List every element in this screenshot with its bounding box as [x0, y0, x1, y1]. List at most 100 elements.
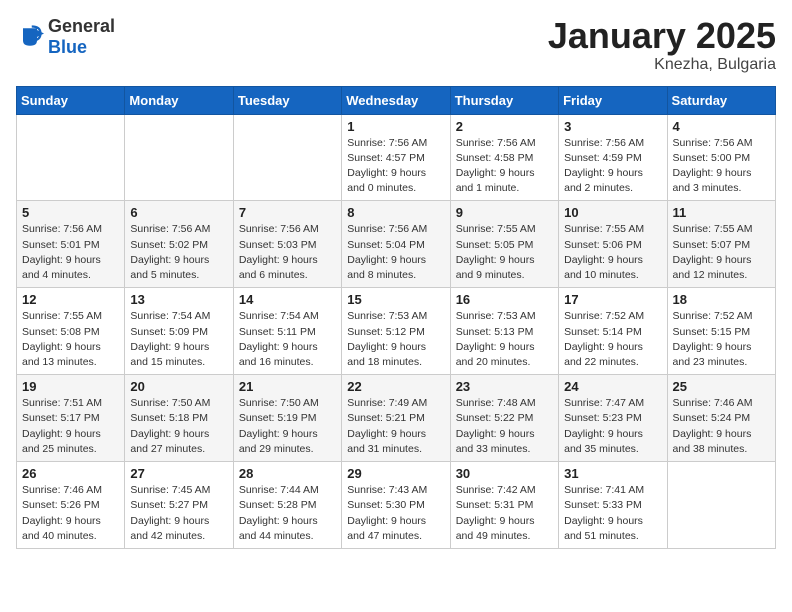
calendar-cell: 13 Sunrise: 7:54 AM Sunset: 5:09 PM Dayli…	[125, 288, 233, 375]
day-number: 25	[673, 379, 770, 394]
day-info: Sunrise: 7:48 AM Sunset: 5:22 PM Dayligh…	[456, 396, 553, 457]
day-info: Sunrise: 7:50 AM Sunset: 5:18 PM Dayligh…	[130, 396, 227, 457]
day-number: 30	[456, 466, 553, 481]
calendar-cell: 12 Sunrise: 7:55 AM Sunset: 5:08 PM Dayli…	[17, 288, 125, 375]
day-info: Sunrise: 7:43 AM Sunset: 5:30 PM Dayligh…	[347, 483, 444, 544]
calendar-table: SundayMondayTuesdayWednesdayThursdayFrid…	[16, 86, 776, 549]
logo-general: General	[48, 16, 115, 36]
calendar-cell: 26Sunrise: 7:46 AM Sunset: 5:26 PM Dayli…	[17, 462, 125, 549]
calendar-cell: 9Sunrise: 7:55 AM Sunset: 5:05 PM Daylig…	[450, 201, 558, 288]
day-info: Sunrise: 7:56 AM Sunset: 5:00 PM Dayligh…	[673, 136, 770, 197]
day-number: 28	[239, 466, 336, 481]
calendar-cell: 23 Sunrise: 7:48 AM Sunset: 5:22 PM Dayli…	[450, 375, 558, 462]
day-number: 1	[347, 119, 444, 134]
calendar-cell	[233, 114, 341, 201]
location-subtitle: Knezha, Bulgaria	[548, 56, 776, 74]
calendar-cell: 20 Sunrise: 7:50 AM Sunset: 5:18 PM Dayli…	[125, 375, 233, 462]
calendar-cell: 17 Sunrise: 7:52 AM Sunset: 5:14 PM Dayli…	[559, 288, 667, 375]
calendar-week-row: 1 Sunrise: 7:56 AM Sunset: 4:57 PM Daylig…	[17, 114, 776, 201]
day-number: 17	[564, 292, 661, 307]
calendar-cell: 14 Sunrise: 7:54 AM Sunset: 5:11 PM Dayli…	[233, 288, 341, 375]
day-info: Sunrise: 7:52 AM Sunset: 5:15 PM Dayligh…	[673, 309, 770, 370]
day-number: 29	[347, 466, 444, 481]
day-number: 19	[22, 379, 119, 394]
calendar-cell: 22Sunrise: 7:49 AM Sunset: 5:21 PM Dayli…	[342, 375, 450, 462]
weekday-header-thursday: Thursday	[450, 86, 558, 114]
day-info: Sunrise: 7:41 AM Sunset: 5:33 PM Dayligh…	[564, 483, 661, 544]
calendar-week-row: 12 Sunrise: 7:55 AM Sunset: 5:08 PM Dayli…	[17, 288, 776, 375]
calendar-cell: 16 Sunrise: 7:53 AM Sunset: 5:13 PM Dayli…	[450, 288, 558, 375]
calendar-cell: 10 Sunrise: 7:55 AM Sunset: 5:06 PM Dayli…	[559, 201, 667, 288]
day-info: Sunrise: 7:56 AM Sunset: 5:02 PM Dayligh…	[130, 222, 227, 283]
calendar-cell: 7 Sunrise: 7:56 AM Sunset: 5:03 PM Daylig…	[233, 201, 341, 288]
day-number: 21	[239, 379, 336, 394]
day-number: 12	[22, 292, 119, 307]
day-number: 15	[347, 292, 444, 307]
logo: General Blue	[16, 16, 115, 58]
day-info: Sunrise: 7:42 AM Sunset: 5:31 PM Dayligh…	[456, 483, 553, 544]
weekday-header-friday: Friday	[559, 86, 667, 114]
logo-icon	[16, 23, 44, 51]
day-info: Sunrise: 7:46 AM Sunset: 5:24 PM Dayligh…	[673, 396, 770, 457]
day-info: Sunrise: 7:51 AM Sunset: 5:17 PM Dayligh…	[22, 396, 119, 457]
day-number: 13	[130, 292, 227, 307]
day-info: Sunrise: 7:53 AM Sunset: 5:13 PM Dayligh…	[456, 309, 553, 370]
day-number: 10	[564, 205, 661, 220]
day-number: 7	[239, 205, 336, 220]
day-number: 27	[130, 466, 227, 481]
day-info: Sunrise: 7:53 AM Sunset: 5:12 PM Dayligh…	[347, 309, 444, 370]
calendar-cell: 25 Sunrise: 7:46 AM Sunset: 5:24 PM Dayli…	[667, 375, 775, 462]
logo-blue: Blue	[48, 37, 87, 57]
calendar-cell	[125, 114, 233, 201]
day-info: Sunrise: 7:56 AM Sunset: 4:57 PM Dayligh…	[347, 136, 444, 197]
day-number: 31	[564, 466, 661, 481]
weekday-header-tuesday: Tuesday	[233, 86, 341, 114]
calendar-cell: 2 Sunrise: 7:56 AM Sunset: 4:58 PM Daylig…	[450, 114, 558, 201]
calendar-week-row: 5Sunrise: 7:56 AM Sunset: 5:01 PM Daylig…	[17, 201, 776, 288]
weekday-header-row: SundayMondayTuesdayWednesdayThursdayFrid…	[17, 86, 776, 114]
day-info: Sunrise: 7:46 AM Sunset: 5:26 PM Dayligh…	[22, 483, 119, 544]
day-info: Sunrise: 7:54 AM Sunset: 5:11 PM Dayligh…	[239, 309, 336, 370]
day-info: Sunrise: 7:56 AM Sunset: 4:58 PM Dayligh…	[456, 136, 553, 197]
calendar-cell: 15 Sunrise: 7:53 AM Sunset: 5:12 PM Dayli…	[342, 288, 450, 375]
day-number: 22	[347, 379, 444, 394]
day-info: Sunrise: 7:50 AM Sunset: 5:19 PM Dayligh…	[239, 396, 336, 457]
day-info: Sunrise: 7:56 AM Sunset: 5:03 PM Dayligh…	[239, 222, 336, 283]
calendar-cell: 3 Sunrise: 7:56 AM Sunset: 4:59 PM Daylig…	[559, 114, 667, 201]
weekday-header-wednesday: Wednesday	[342, 86, 450, 114]
calendar-cell: 29 Sunrise: 7:43 AM Sunset: 5:30 PM Dayli…	[342, 462, 450, 549]
calendar-cell: 5Sunrise: 7:56 AM Sunset: 5:01 PM Daylig…	[17, 201, 125, 288]
logo-text: General Blue	[48, 16, 115, 58]
calendar-cell: 1 Sunrise: 7:56 AM Sunset: 4:57 PM Daylig…	[342, 114, 450, 201]
calendar-cell: 18Sunrise: 7:52 AM Sunset: 5:15 PM Dayli…	[667, 288, 775, 375]
calendar-week-row: 26Sunrise: 7:46 AM Sunset: 5:26 PM Dayli…	[17, 462, 776, 549]
calendar-cell	[17, 114, 125, 201]
title-area: January 2025 Knezha, Bulgaria	[548, 16, 776, 74]
page-header: General Blue January 2025 Knezha, Bulgar…	[16, 16, 776, 74]
calendar-cell: 27Sunrise: 7:45 AM Sunset: 5:27 PM Dayli…	[125, 462, 233, 549]
day-number: 11	[673, 205, 770, 220]
day-info: Sunrise: 7:47 AM Sunset: 5:23 PM Dayligh…	[564, 396, 661, 457]
day-info: Sunrise: 7:55 AM Sunset: 5:06 PM Dayligh…	[564, 222, 661, 283]
day-info: Sunrise: 7:44 AM Sunset: 5:28 PM Dayligh…	[239, 483, 336, 544]
day-info: Sunrise: 7:55 AM Sunset: 5:08 PM Dayligh…	[22, 309, 119, 370]
day-number: 2	[456, 119, 553, 134]
day-info: Sunrise: 7:56 AM Sunset: 4:59 PM Dayligh…	[564, 136, 661, 197]
day-number: 24	[564, 379, 661, 394]
day-number: 3	[564, 119, 661, 134]
calendar-cell: 30 Sunrise: 7:42 AM Sunset: 5:31 PM Dayli…	[450, 462, 558, 549]
day-number: 23	[456, 379, 553, 394]
calendar-cell: 11 Sunrise: 7:55 AM Sunset: 5:07 PM Dayli…	[667, 201, 775, 288]
weekday-header-monday: Monday	[125, 86, 233, 114]
day-number: 20	[130, 379, 227, 394]
day-number: 5	[22, 205, 119, 220]
day-info: Sunrise: 7:54 AM Sunset: 5:09 PM Dayligh…	[130, 309, 227, 370]
day-info: Sunrise: 7:52 AM Sunset: 5:14 PM Dayligh…	[564, 309, 661, 370]
calendar-cell: 19 Sunrise: 7:51 AM Sunset: 5:17 PM Dayli…	[17, 375, 125, 462]
month-year-title: January 2025	[548, 16, 776, 56]
day-number: 14	[239, 292, 336, 307]
calendar-week-row: 19 Sunrise: 7:51 AM Sunset: 5:17 PM Dayli…	[17, 375, 776, 462]
day-info: Sunrise: 7:55 AM Sunset: 5:07 PM Dayligh…	[673, 222, 770, 283]
day-number: 16	[456, 292, 553, 307]
calendar-cell: 8Sunrise: 7:56 AM Sunset: 5:04 PM Daylig…	[342, 201, 450, 288]
